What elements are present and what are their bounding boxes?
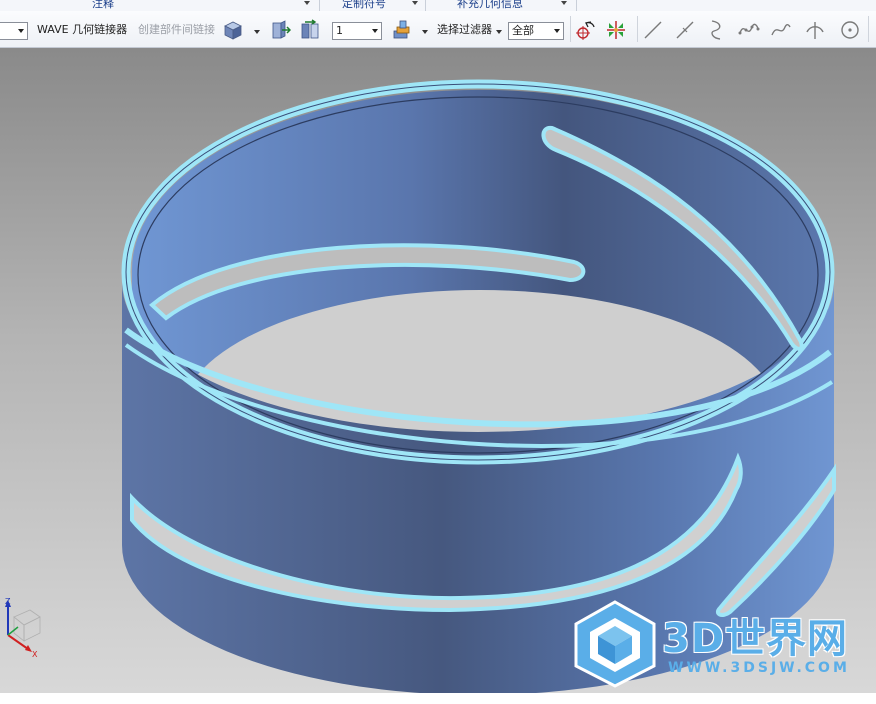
curve-icon[interactable] [770,19,792,41]
solid-cube-icon[interactable] [222,19,244,41]
layer-stack-icon[interactable] [391,19,413,41]
line-icon[interactable] [642,19,664,41]
divider [570,16,571,42]
circle-point-icon[interactable] [839,19,861,41]
wave-geometry-linker-button[interactable]: WAVE 几何链接器 [37,22,127,38]
chevron-down-icon[interactable] [304,1,310,5]
ribbon-group-strip: 注释 定制符号 补充几何信息 [0,0,876,11]
chevron-down-icon [18,29,24,33]
divider [319,0,320,11]
watermark: 3D世界网 WWW.3DSJW.COM [570,598,870,688]
graphics-viewport[interactable] [0,48,876,693]
layer-combo[interactable]: 1 [332,22,382,40]
selection-filter-label: 选择过滤器 [437,23,492,36]
create-interpart-link-button[interactable]: 创建部件间链接 [138,22,215,38]
chevron-down-icon [372,29,378,33]
watermark-title: 3D世界网 [662,616,849,662]
ribbon-group-supplementary-geometry[interactable]: 补充几何信息 [457,0,523,11]
selection-filter-combo[interactable]: 全部 [508,22,564,40]
spline-icon[interactable] [738,19,760,41]
chevron-down-icon[interactable] [422,30,428,34]
chevron-down-icon [554,29,560,33]
chevron-down-icon[interactable] [254,30,260,34]
intersection-icon[interactable] [804,19,826,41]
divider [576,0,577,11]
ribbon-group-custom-symbols[interactable]: 定制符号 [342,0,386,11]
spring-ring-model[interactable] [0,48,876,693]
watermark-url: WWW.3DSJW.COM [668,660,850,676]
selection-toolbar: WAVE 几何链接器 创建部件间链接 1 选择过滤器 全部 [0,11,876,48]
chevron-down-icon[interactable] [412,1,418,5]
z-axis-label: Z [5,597,11,606]
line-point-icon[interactable] [674,19,696,41]
ribbon-group-annotation[interactable]: 注释 [92,0,114,11]
chevron-down-icon[interactable] [561,1,567,5]
x-axis-label: X [32,650,38,657]
logo-cube-icon [574,600,656,688]
coordinate-triad-icon: Z X [5,597,41,657]
divider [868,16,869,42]
refresh-select-icon[interactable] [574,19,596,41]
divider [637,16,638,42]
chevron-down-icon[interactable] [496,30,502,34]
snap-point-icon[interactable] [605,19,627,41]
arc-icon[interactable] [706,19,728,41]
divider [425,0,426,11]
mirror-face-icon[interactable] [299,19,321,41]
status-strip [0,693,876,704]
move-face-icon[interactable] [269,19,291,41]
type-filter-combo[interactable] [0,22,28,40]
